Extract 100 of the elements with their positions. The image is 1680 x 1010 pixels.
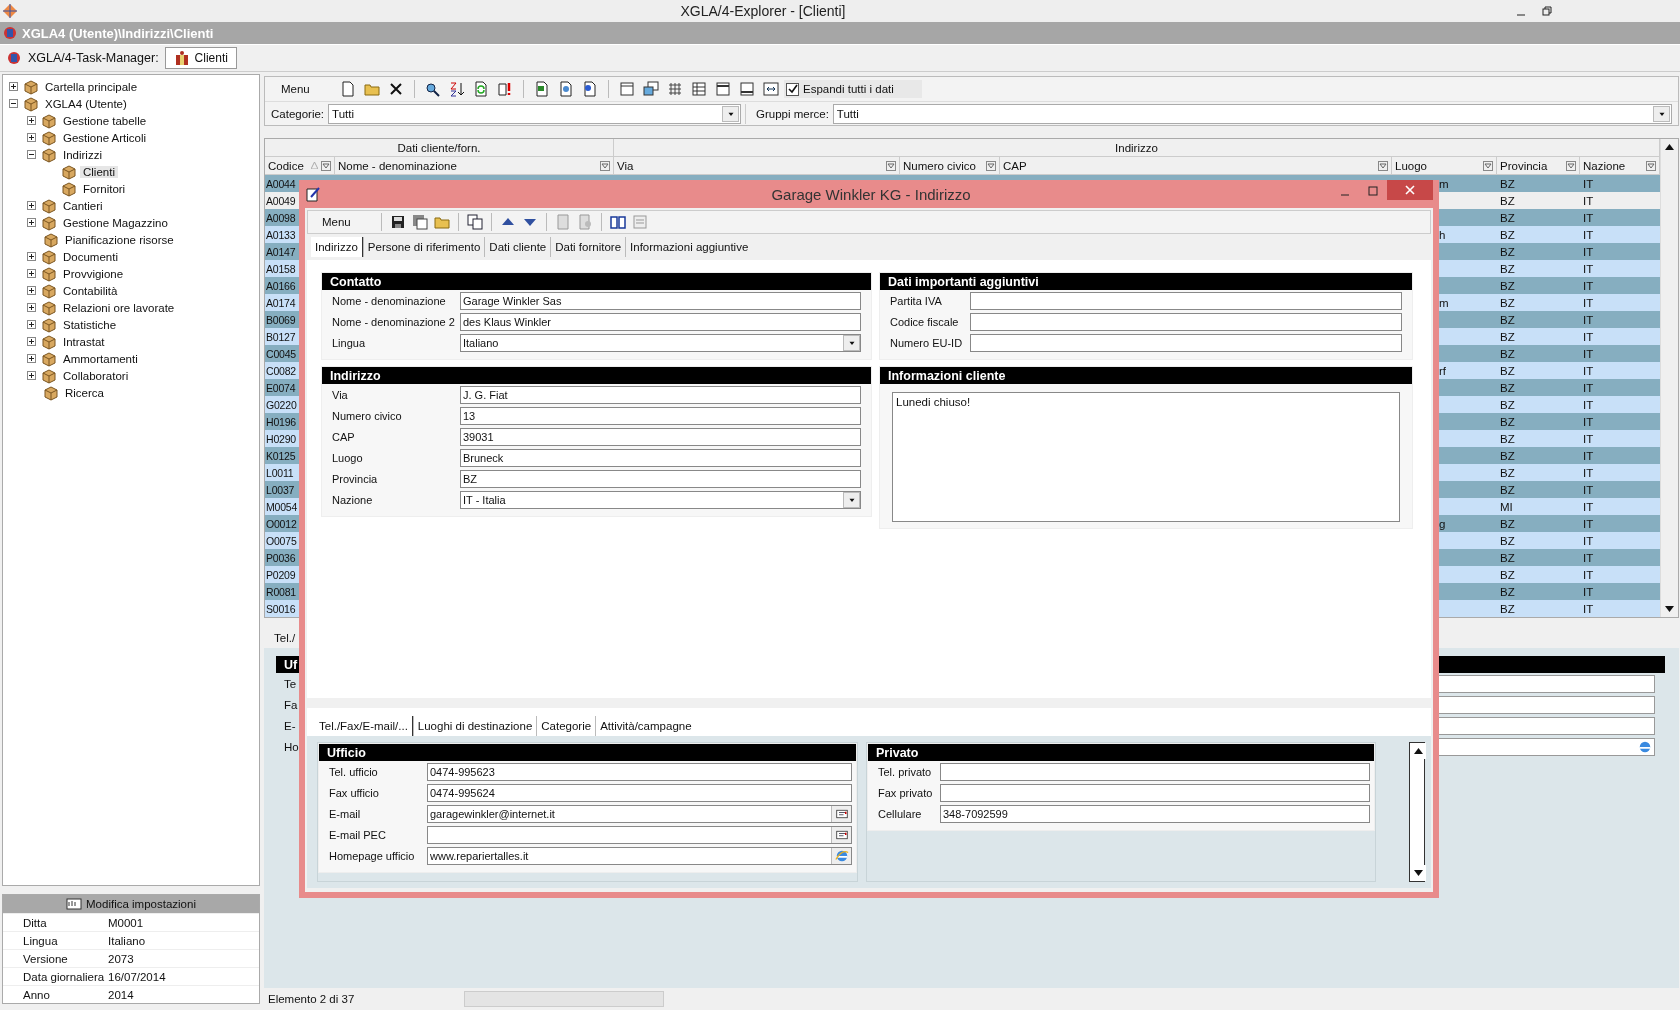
input-field[interactable]: www.repariertalles.it (427, 847, 852, 865)
tree-item[interactable]: XGLA4 (Utente) (42, 97, 130, 110)
column-header[interactable]: Provincia (1497, 157, 1580, 174)
column-header[interactable]: Numero civico (900, 157, 1000, 174)
tab[interactable]: Dati fornitore (550, 237, 626, 257)
expand-button[interactable] (27, 337, 36, 346)
tree-item[interactable]: Cartella principale (42, 80, 141, 93)
tree-item[interactable]: Contabilità (60, 284, 121, 297)
tree-item[interactable]: Intrastat (60, 335, 108, 348)
table-cell-text: IT (1582, 415, 1595, 428)
column-header[interactable]: Nome - denominazione (335, 157, 614, 174)
tree-item[interactable]: Cantieri (60, 199, 106, 212)
dropdown-field[interactable]: Italiano (460, 334, 861, 352)
up-arrow-icon (1413, 748, 1423, 754)
tree-item[interactable]: Documenti (60, 250, 121, 263)
filter-dropdown[interactable]: Tutti (832, 103, 1672, 124)
filter-icon[interactable] (986, 160, 996, 171)
tab[interactable]: Tel./ (274, 632, 296, 644)
column-header[interactable]: Luogo (1392, 157, 1497, 174)
tree-item[interactable]: Gestione tabelle (60, 114, 150, 127)
scrollbar[interactable] (1409, 742, 1425, 882)
expand-button[interactable] (27, 218, 36, 227)
filter-icon[interactable] (1378, 160, 1388, 171)
task-tab[interactable]: Clienti (164, 47, 237, 69)
column-header[interactable]: Codice (265, 157, 335, 174)
input-field[interactable]: 348-7092599 (940, 805, 1370, 823)
input-field[interactable]: 0474-995623 (427, 763, 852, 781)
input-field[interactable]: J. G. Fiat (460, 386, 861, 404)
maximize-icon (1368, 186, 1378, 196)
close-button[interactable] (1387, 180, 1433, 200)
table-cell-text: H0290 (265, 432, 297, 445)
tree-item[interactable]: Relazioni ore lavorate (60, 301, 178, 314)
menu-button[interactable]: Menu (312, 211, 376, 233)
filter-icon[interactable] (1566, 160, 1576, 171)
expand-button[interactable] (27, 252, 36, 261)
tree-item[interactable]: Gestione Articoli (60, 131, 150, 144)
notes-field[interactable]: Lunedi chiuso! (892, 392, 1400, 522)
input-field[interactable]: des Klaus Winkler (460, 313, 861, 331)
tab[interactable]: Dati cliente (484, 237, 551, 257)
collapse-button[interactable] (27, 150, 36, 159)
expand-button[interactable] (27, 133, 36, 142)
expand-button[interactable] (27, 320, 36, 329)
tree-item[interactable]: Indirizzi (60, 148, 105, 161)
filter-dropdown[interactable]: Tutti (328, 103, 741, 124)
expand-button[interactable] (27, 269, 36, 278)
menu-button[interactable]: Menu (271, 78, 335, 100)
tree-item[interactable]: Fornitori (80, 182, 129, 195)
tree-item[interactable]: Collaboratori (60, 369, 132, 382)
input-field[interactable]: 0474-995624 (427, 784, 852, 802)
filter-icon[interactable] (321, 160, 331, 171)
column-header[interactable]: CAP (1000, 157, 1392, 174)
tree-item[interactable]: Clienti (80, 165, 118, 178)
input-field[interactable]: 39031 (460, 428, 861, 446)
input-field[interactable] (970, 334, 1402, 352)
input-field[interactable]: Garage Winkler Sas (460, 292, 861, 310)
expand-all-checkbox[interactable]: Espandi tutti i dati (784, 80, 922, 98)
input-field[interactable] (940, 763, 1370, 781)
dropdown-button[interactable] (843, 335, 860, 351)
dropdown-field[interactable]: IT - Italia (460, 491, 861, 509)
column-header[interactable]: Via (614, 157, 900, 174)
browser-button[interactable] (831, 848, 851, 864)
expand-button[interactable] (27, 354, 36, 363)
table-cell-text: BZ (1499, 313, 1516, 326)
tree-item[interactable]: Pianificazione risorse (62, 233, 177, 246)
input-field[interactable]: garagewinkler@internet.it (427, 805, 852, 823)
tab[interactable]: Persone di riferimento (362, 237, 485, 257)
field-label: Te (284, 677, 298, 690)
copy-icon[interactable] (464, 211, 486, 233)
input-field[interactable] (970, 292, 1402, 310)
tree-item[interactable]: Provvigione (60, 267, 127, 280)
filter-icon[interactable] (1646, 160, 1656, 171)
input-field[interactable]: BZ (460, 470, 861, 488)
expand-button[interactable] (9, 82, 18, 91)
tab[interactable]: Informazioni aggiuntive (625, 237, 753, 257)
expand-button[interactable] (27, 371, 36, 380)
input-field[interactable] (940, 784, 1370, 802)
mail-button[interactable] (831, 827, 851, 843)
tab[interactable]: Indirizzo (311, 237, 363, 257)
input-field[interactable] (427, 826, 852, 844)
table-cell-text: L0011 (265, 466, 295, 479)
collapse-button[interactable] (9, 99, 18, 108)
mail-button[interactable] (831, 806, 851, 822)
filter-icon[interactable] (1483, 160, 1493, 171)
expand-button[interactable] (27, 303, 36, 312)
table-cell-text: IT (1582, 177, 1595, 190)
dropdown-button[interactable] (843, 492, 860, 508)
expand-button[interactable] (27, 116, 36, 125)
input-field[interactable]: 13 (460, 407, 861, 425)
expand-button[interactable] (27, 286, 36, 295)
filter-icon[interactable] (600, 160, 610, 171)
filter-label: Gruppi merce: (756, 107, 829, 120)
tree-item[interactable]: Ammortamenti (60, 352, 141, 365)
tree-item[interactable]: Statistiche (60, 318, 120, 331)
expand-button[interactable] (27, 201, 36, 210)
filter-icon[interactable] (886, 160, 896, 171)
tree-item[interactable]: Gestione Magazzino (60, 216, 171, 229)
input-field[interactable] (970, 313, 1402, 331)
input-field[interactable]: Bruneck (460, 449, 861, 467)
tree-item[interactable]: Ricerca (62, 386, 107, 399)
table-cell-text: M0054 (265, 500, 299, 513)
